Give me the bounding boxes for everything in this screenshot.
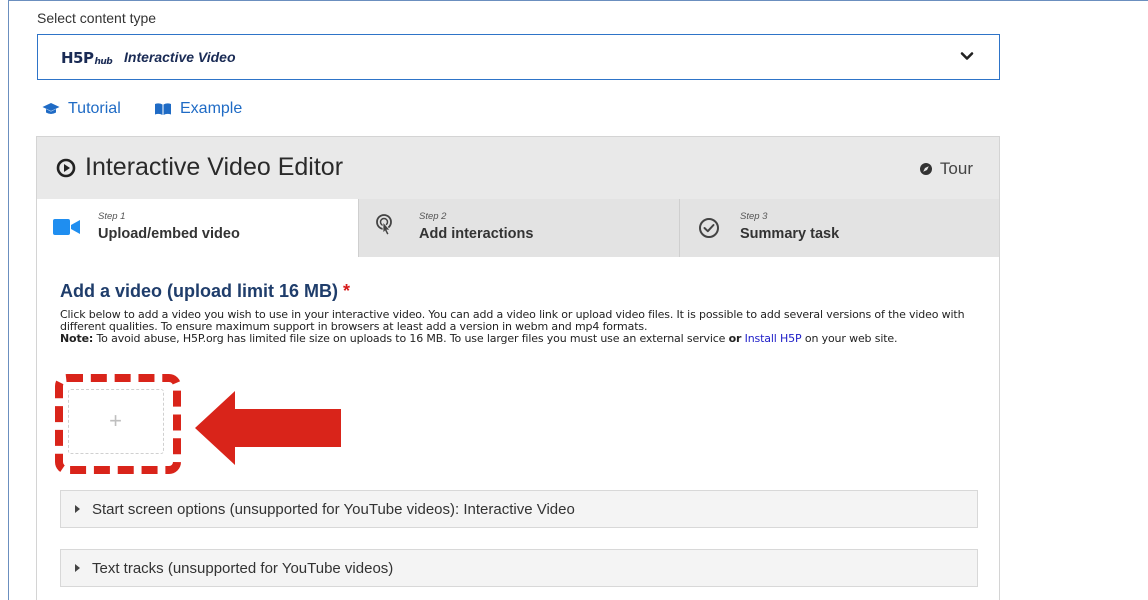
red-arrow-annotation <box>195 391 341 465</box>
content-type-selector[interactable]: H5Phub Interactive Video <box>37 34 1000 80</box>
editor-header: Interactive Video Editor Tour <box>37 137 999 200</box>
book-icon <box>155 103 171 115</box>
install-h5p-link[interactable]: Install H5P <box>745 332 802 345</box>
play-circle-icon <box>56 158 76 177</box>
tour-button[interactable]: Tour <box>919 159 973 179</box>
graduation-cap-icon <box>42 103 60 114</box>
accordion-start-screen[interactable]: Start screen options (unsupported for Yo… <box>60 490 978 528</box>
example-link-label: Example <box>180 100 243 117</box>
step-3-label: Summary task <box>740 226 840 242</box>
note-text-end: on your web site. <box>801 332 898 345</box>
example-link[interactable]: Example <box>154 100 242 118</box>
tutorial-link-label: Tutorial <box>68 100 121 117</box>
description-text: Click below to add a video you wish to u… <box>60 308 965 333</box>
video-camera-icon <box>53 219 80 235</box>
tab-step-upload[interactable]: Step 1 Upload/embed video <box>37 199 358 257</box>
caret-right-icon <box>75 505 80 513</box>
selected-content-type: Interactive Video <box>124 49 236 65</box>
accordion-text-tracks[interactable]: Text tracks (unsupported for YouTube vid… <box>60 549 978 587</box>
editor-title: Interactive Video Editor <box>56 153 343 182</box>
step-1-number: Step 1 <box>98 211 126 222</box>
step-2-label: Add interactions <box>419 226 534 242</box>
chevron-down-icon[interactable] <box>959 48 975 64</box>
tutorial-link[interactable]: Tutorial <box>42 100 121 118</box>
required-mark: * <box>343 281 351 301</box>
note-or: or <box>728 332 742 345</box>
accordion-text-tracks-label: Text tracks (unsupported for YouTube vid… <box>92 560 394 577</box>
add-video-heading: Add a video (upload limit 16 MB) * <box>60 281 350 302</box>
note-text: To avoid abuse, H5P.org has limited file… <box>93 332 729 345</box>
step-2-number: Step 2 <box>419 211 447 222</box>
step-1-label: Upload/embed video <box>98 226 240 242</box>
accordion-start-screen-label: Start screen options (unsupported for Yo… <box>92 501 575 518</box>
tap-pointer-icon <box>376 214 392 236</box>
check-circle-icon <box>699 218 719 238</box>
tab-step-interactions[interactable]: Step 2 Add interactions <box>359 199 679 257</box>
note-label: Note: <box>60 332 94 345</box>
tab-step-summary[interactable]: Step 3 Summary task <box>680 199 999 257</box>
highlight-dashed-box <box>55 374 181 474</box>
tour-label: Tour <box>939 159 973 178</box>
editor-title-text: Interactive Video Editor <box>85 153 344 181</box>
caret-right-icon <box>75 564 80 572</box>
content-type-label: Select content type <box>37 10 157 26</box>
step-tabs: Step 1 Upload/embed video Step 2 Add int… <box>37 199 999 257</box>
add-video-heading-text: Add a video (upload limit 16 MB) <box>60 281 339 301</box>
h5p-hub-logo: H5Phub <box>61 49 113 67</box>
step-3-number: Step 3 <box>740 211 768 222</box>
interactive-video-editor: Interactive Video Editor Tour Step 1 Upl… <box>36 136 1000 600</box>
upload-description: Click below to add a video you wish to u… <box>60 309 990 345</box>
compass-icon <box>919 163 932 175</box>
